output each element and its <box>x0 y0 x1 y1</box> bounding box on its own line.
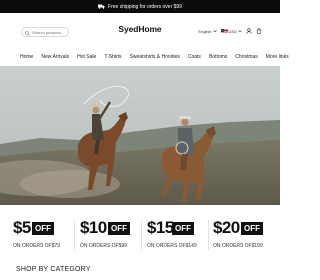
announcement-bar: Free shipping for orders over $99 <box>0 0 280 13</box>
section-title: SHOP BY CATEGORY <box>16 266 91 273</box>
currency-selector[interactable]: USD <box>220 29 242 34</box>
coupon-divider <box>141 220 142 250</box>
coupon-card[interactable]: $10 OFF ON ORDERS OF$99 <box>80 210 150 258</box>
coupon-amount: $10 <box>80 218 107 237</box>
nav-item-bottoms[interactable]: Bottoms <box>209 54 227 60</box>
coupon-condition: ON ORDERS OF$199 <box>213 243 263 249</box>
account-icon[interactable] <box>246 28 252 35</box>
hero-banner[interactable] <box>0 66 280 205</box>
main-nav: Home New Arrivals Hot Sale T-Shirts Swea… <box>0 51 289 62</box>
chevron-down-icon <box>238 29 242 34</box>
hero-image <box>0 66 280 205</box>
coupon-amount: $20 <box>213 218 240 237</box>
nav-item-more-links[interactable]: More links <box>266 54 289 60</box>
truck-icon <box>98 4 105 9</box>
nav-item-home[interactable]: Home <box>20 54 33 60</box>
nav-item-hot-sale[interactable]: Hot Sale <box>77 54 96 60</box>
coupon-off-badge: OFF <box>172 222 194 235</box>
coupon-condition: ON ORDERS OF$99 <box>80 243 127 249</box>
coupon-off-badge: OFF <box>241 222 263 235</box>
nav-item-sweatshirts-hoodies[interactable]: Sweatshirts & Hoodies <box>130 54 180 60</box>
nav-item-coats[interactable]: Coats <box>188 54 201 60</box>
nav-item-new-arrivals[interactable]: New Arrivals <box>41 54 69 60</box>
header-tools: English USD <box>198 28 262 35</box>
coupon-divider <box>208 220 209 250</box>
coupon-condition: ON ORDERS OF$149 <box>147 243 197 249</box>
announcement-text: Free shipping for orders over $99 <box>108 3 182 10</box>
site-header: SyedHome English USD <box>0 13 280 48</box>
coupon-amount: $15 <box>147 218 174 237</box>
coupon-condition: ON ORDERS OF$79 <box>13 243 60 249</box>
language-selector[interactable]: English <box>198 29 217 34</box>
coupon-card[interactable]: $5 OFF ON ORDERS OF$79 <box>13 210 83 258</box>
coupon-card[interactable]: $20 OFF ON ORDERS OF$199 <box>213 210 283 258</box>
coupon-off-badge: OFF <box>108 222 130 235</box>
currency-label: USD <box>228 29 237 34</box>
cart-icon[interactable] <box>256 28 262 35</box>
coupon-off-badge: OFF <box>32 222 54 235</box>
chevron-down-icon <box>212 29 217 34</box>
coupon-amount: $5 <box>13 218 31 237</box>
language-label: English <box>198 29 212 34</box>
coupon-divider <box>74 220 75 250</box>
coupon-strip: $5 OFF ON ORDERS OF$79 $10 OFF ON ORDERS… <box>0 210 280 258</box>
us-flag-icon <box>220 29 228 34</box>
nav-item-christmas[interactable]: Christmas <box>235 54 258 60</box>
coupon-card[interactable]: $15 OFF ON ORDERS OF$149 <box>147 210 217 258</box>
nav-item-t-shirts[interactable]: T-Shirts <box>104 54 121 60</box>
